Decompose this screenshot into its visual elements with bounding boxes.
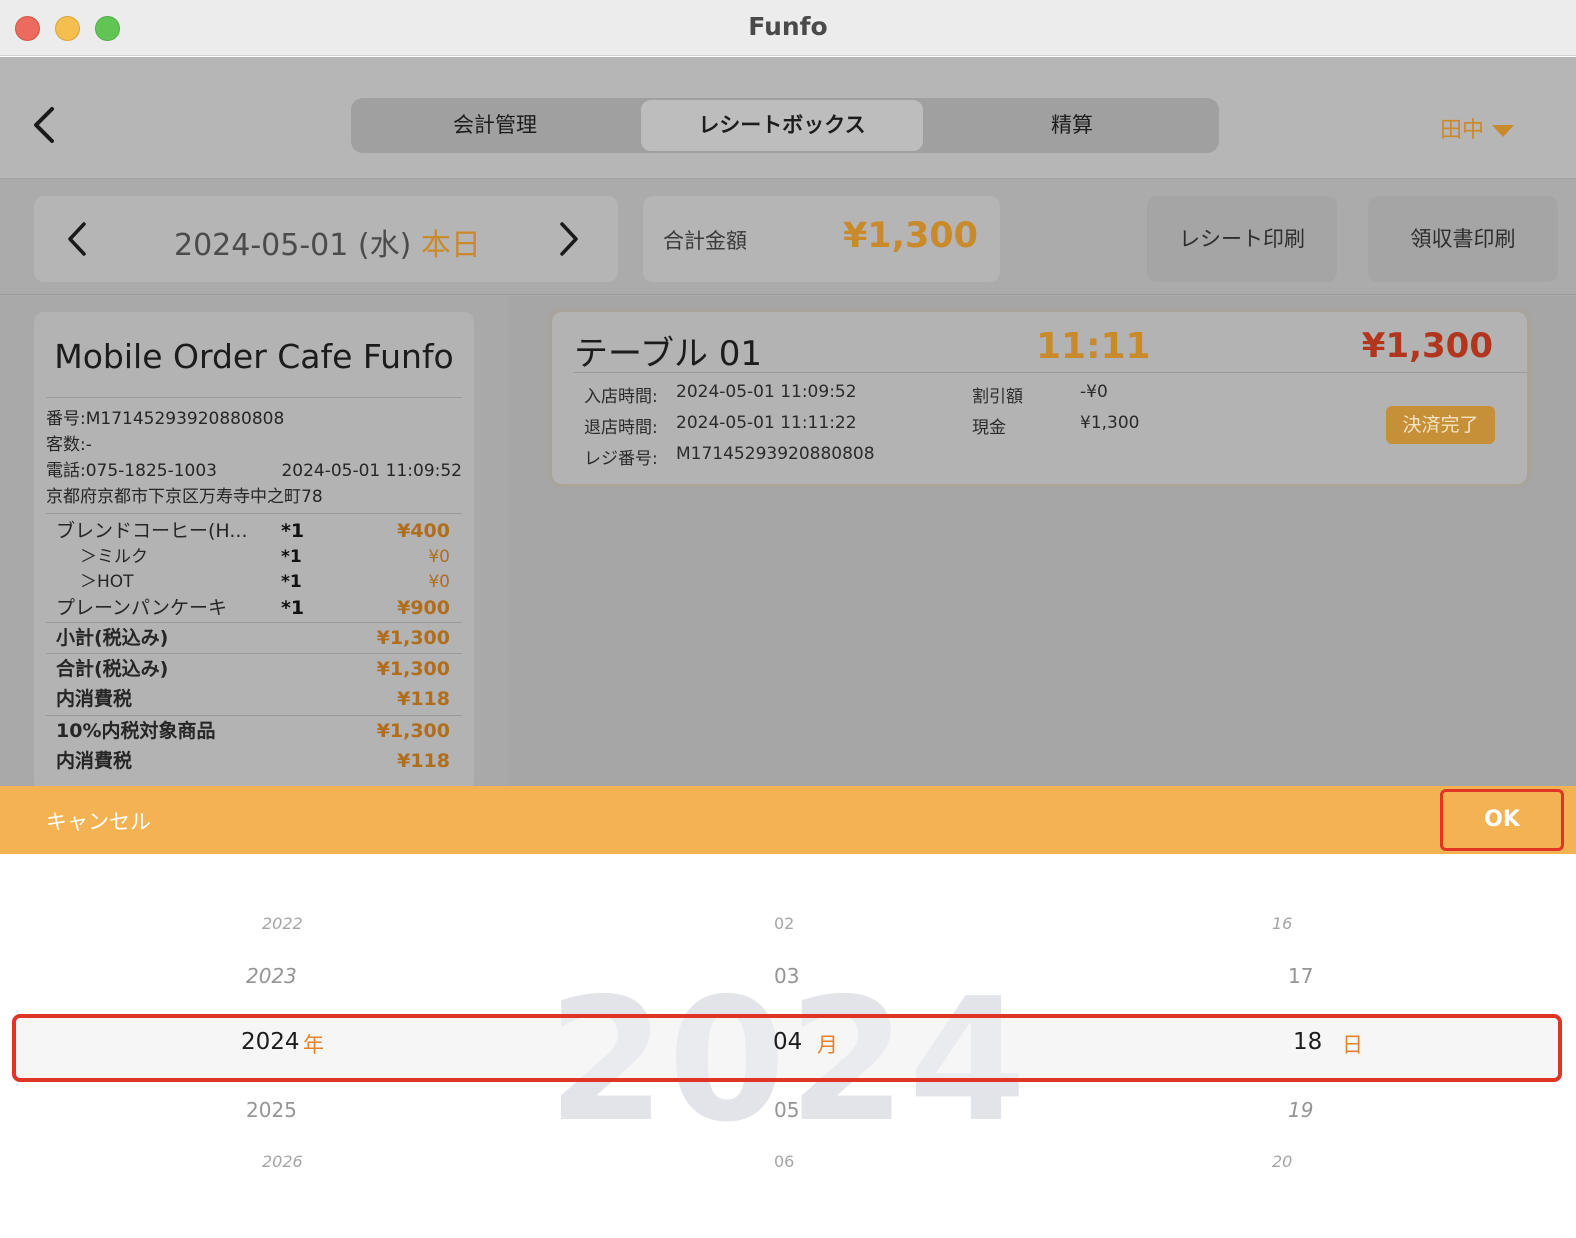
tab-segment: 会計管理 レシートボックス 精算 xyxy=(351,98,1219,153)
today-label: 本日 xyxy=(420,228,481,263)
month-option[interactable]: 03 xyxy=(774,964,799,988)
date-picker[interactable]: 2024 2022 2023 2024 年 2025 2026 02 03 04… xyxy=(0,854,1576,1238)
top-header: 会計管理 レシートボックス 精算 田中 xyxy=(0,57,1576,179)
register-label: レジ番号: xyxy=(584,449,658,469)
next-day-button[interactable] xyxy=(554,220,584,258)
register-value: M17145293920880808 xyxy=(676,444,875,464)
cancel-button[interactable]: キャンセル xyxy=(46,806,151,836)
current-date[interactable]: 2024-05-01 (水) 本日 xyxy=(174,220,481,264)
tab-receipt-box[interactable]: レシートボックス xyxy=(641,100,923,151)
chevron-left-icon xyxy=(34,107,54,143)
total-amount-box: 合計金額 ¥1,300 xyxy=(643,196,1000,282)
app-content: 会計管理 レシートボックス 精算 田中 2024-05-01 (水) 本日 合計… xyxy=(0,57,1576,786)
month-option[interactable]: 05 xyxy=(774,1098,799,1122)
cash-value: ¥1,300 xyxy=(1080,413,1140,433)
phone: 電話:075-1825-1003 xyxy=(46,461,217,481)
order-card[interactable]: テーブル 01 11:11 ¥1,300 入店時間: 2024-05-01 11… xyxy=(552,312,1527,484)
date-value: 2024-05-01 (水) xyxy=(174,228,412,263)
summary-row: 小計(税込み) ¥1,300 xyxy=(46,622,462,653)
day-option[interactable]: 17 xyxy=(1288,964,1313,988)
date-toolbar: 2024-05-01 (水) 本日 合計金額 ¥1,300 レシート印刷 領収書… xyxy=(0,180,1576,295)
print-invoice-button[interactable]: 領収書印刷 xyxy=(1368,196,1558,282)
date-selector: 2024-05-01 (水) 本日 xyxy=(34,196,618,282)
list-item: プレーンパンケーキ *1 ¥900 xyxy=(56,597,450,619)
address: 京都府京都市下京区万寿寺中之町78 xyxy=(46,484,462,514)
receipt-number: 番号:M17145293920880808 xyxy=(46,409,285,429)
month-selected[interactable]: 04 xyxy=(773,1029,802,1055)
discount-label: 割引額 xyxy=(972,387,1023,407)
receipt-datetime: 2024-05-01 11:09:52 xyxy=(281,461,462,481)
summary-row: 合計(税込み) ¥1,300 xyxy=(46,653,462,684)
tab-settlement[interactable]: 精算 xyxy=(927,98,1217,153)
tab-accounting[interactable]: 会計管理 xyxy=(351,98,639,153)
ok-button[interactable]: OK xyxy=(1440,789,1564,851)
list-item: ＞HOT *1 ¥0 xyxy=(80,572,450,592)
day-selected[interactable]: 18 xyxy=(1293,1029,1322,1055)
day-option[interactable]: 19 xyxy=(1288,1098,1313,1122)
list-item: ブレンドコーヒー(H... *1 ¥400 xyxy=(56,520,450,542)
checkout-value: 2024-05-01 11:11:22 xyxy=(676,413,857,433)
table-name: テーブル 01 xyxy=(574,334,763,374)
picker-action-bar: キャンセル OK xyxy=(0,786,1576,854)
year-selected[interactable]: 2024 xyxy=(241,1029,300,1055)
receipt-preview: Mobile Order Cafe Funfo 番号:M171452939208… xyxy=(34,312,474,786)
cash-label: 現金 xyxy=(972,418,1006,438)
checkin-value: 2024-05-01 11:09:52 xyxy=(676,382,857,402)
back-button[interactable] xyxy=(28,105,62,145)
orders-pane: テーブル 01 11:11 ¥1,300 入店時間: 2024-05-01 11… xyxy=(508,296,1576,786)
summary-row: 内消費税 ¥118 xyxy=(56,688,450,710)
card-divider xyxy=(574,372,1527,373)
triangle-down-icon xyxy=(1492,125,1515,137)
total-label: 合計金額 xyxy=(663,229,747,253)
shop-name: Mobile Order Cafe Funfo xyxy=(46,334,462,398)
month-option[interactable]: 02 xyxy=(774,914,794,933)
order-time: 11:11 xyxy=(1036,326,1151,367)
receipt-pane: Mobile Order Cafe Funfo 番号:M171452939208… xyxy=(0,296,508,786)
day-unit: 日 xyxy=(1342,1033,1363,1057)
month-unit: 月 xyxy=(817,1033,838,1057)
day-option[interactable]: 16 xyxy=(1272,914,1292,933)
year-option[interactable]: 2022 xyxy=(262,914,303,933)
year-option[interactable]: 2023 xyxy=(246,964,297,988)
guest-count: 客数:- xyxy=(46,435,92,455)
total-value: ¥1,300 xyxy=(842,216,978,256)
discount-value: -¥0 xyxy=(1080,382,1108,402)
prev-day-button[interactable] xyxy=(62,220,92,258)
day-option[interactable]: 20 xyxy=(1272,1152,1292,1171)
title-bar: Funfo xyxy=(0,0,1576,56)
order-amount: ¥1,300 xyxy=(1361,326,1493,366)
checkin-label: 入店時間: xyxy=(584,387,658,407)
summary-row: 内消費税 ¥118 xyxy=(56,750,450,772)
print-receipt-button[interactable]: レシート印刷 xyxy=(1147,196,1337,282)
year-option[interactable]: 2026 xyxy=(262,1152,303,1171)
window-title: Funfo xyxy=(748,12,828,41)
summary-row: 10%内税対象商品 ¥1,300 xyxy=(46,715,462,746)
status-badge: 決済完了 xyxy=(1386,406,1495,444)
list-item: ＞ミルク *1 ¥0 xyxy=(80,547,450,567)
user-name: 田中 xyxy=(1440,118,1485,143)
user-menu[interactable]: 田中 xyxy=(1440,112,1515,144)
year-option[interactable]: 2025 xyxy=(246,1098,297,1122)
chevron-left-icon xyxy=(68,222,86,256)
month-option[interactable]: 06 xyxy=(774,1152,794,1171)
chevron-right-icon xyxy=(560,222,578,256)
year-unit: 年 xyxy=(303,1033,324,1057)
checkout-label: 退店時間: xyxy=(584,418,658,438)
phone-row: 電話:075-1825-1003 2024-05-01 11:09:52 xyxy=(46,458,462,484)
